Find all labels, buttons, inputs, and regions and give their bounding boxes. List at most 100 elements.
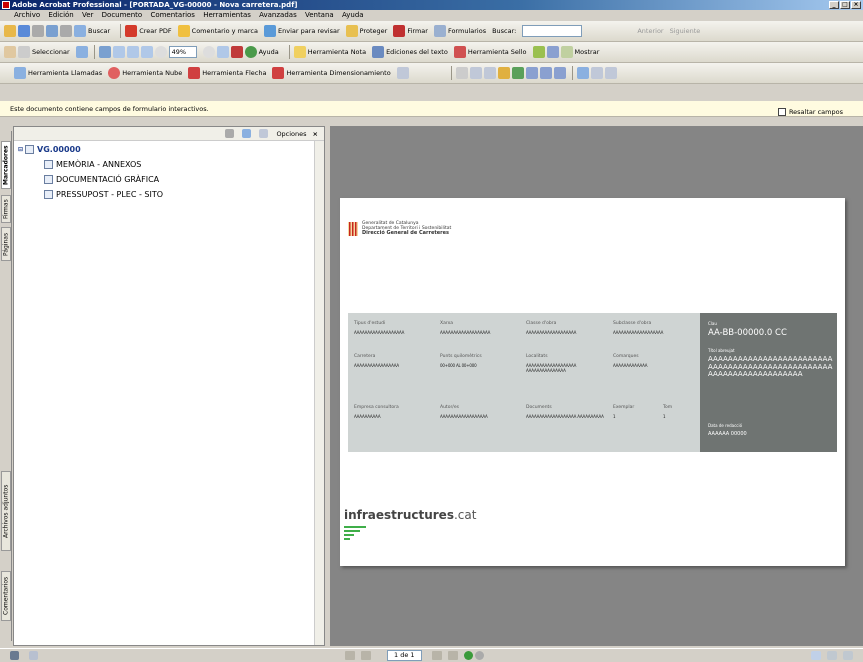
- edit-icon[interactable]: [60, 25, 72, 37]
- text-select-icon[interactable]: [576, 67, 589, 79]
- menu-ayuda[interactable]: Ayuda: [342, 11, 364, 19]
- select-object-icon[interactable]: [455, 67, 468, 79]
- forms-button[interactable]: Formularios: [433, 25, 486, 37]
- link-icon[interactable]: [483, 67, 496, 79]
- expand-bookmark-icon[interactable]: [259, 129, 269, 138]
- tab-bookmarks[interactable]: Marcadores: [1, 141, 11, 189]
- grid-value: AAAAAAAAAAAAAAAAAAA AAAAAAAAAA: [526, 414, 604, 419]
- menu-avanzadas[interactable]: Avanzadas: [259, 11, 297, 19]
- find-previous-button[interactable]: Anterior: [637, 27, 663, 35]
- new-bookmark-icon[interactable]: [242, 129, 252, 138]
- menu-comentarios[interactable]: Comentarios: [150, 11, 195, 19]
- callout-tool-button[interactable]: Herramienta Llamadas: [14, 67, 102, 79]
- fit-width-icon[interactable]: [140, 46, 153, 58]
- menu-ventana[interactable]: Ventana: [305, 11, 334, 19]
- tab-comments[interactable]: Comentarios: [1, 571, 11, 621]
- sound-icon[interactable]: [539, 67, 552, 79]
- grid-value: 00+000 AL 00+000: [440, 363, 477, 368]
- cloud-icon: [108, 67, 121, 79]
- menu-archivo[interactable]: Archivo: [14, 11, 40, 19]
- page-indicator[interactable]: 1 de 1: [387, 650, 422, 661]
- panel-toggle-icon[interactable]: [10, 651, 19, 660]
- email-icon[interactable]: [46, 25, 58, 37]
- first-page-button[interactable]: [345, 651, 355, 660]
- dimension-tool-button[interactable]: Herramienta Dimensionamiento: [272, 67, 391, 79]
- create-pdf-button[interactable]: Crear PDF: [125, 25, 172, 37]
- article-icon[interactable]: [511, 67, 524, 79]
- go-back-icon[interactable]: [463, 651, 473, 660]
- minimize-button[interactable]: _: [829, 1, 839, 9]
- hand-icon[interactable]: [4, 46, 16, 58]
- bookmarks-scrollbar[interactable]: [314, 141, 324, 645]
- movie-icon[interactable]: [525, 67, 538, 79]
- arrow-tool-button[interactable]: Herramienta Flecha: [188, 67, 266, 79]
- cloud-tool-button[interactable]: Herramienta Nube: [108, 67, 182, 79]
- print-icon[interactable]: [32, 25, 44, 37]
- sign-button[interactable]: Firmar: [393, 25, 428, 37]
- highlight-icon[interactable]: [532, 46, 545, 58]
- last-page-button[interactable]: [447, 651, 458, 660]
- delete-bookmark-icon[interactable]: [225, 129, 235, 138]
- single-page-icon[interactable]: [811, 651, 821, 660]
- tab-signatures[interactable]: Firmas: [1, 195, 11, 223]
- save-icon[interactable]: [18, 25, 30, 37]
- menu-herramientas[interactable]: Herramientas: [203, 11, 251, 19]
- text-edits-button[interactable]: Ediciones del texto: [372, 46, 448, 58]
- text-box-icon[interactable]: [396, 67, 409, 79]
- search-button[interactable]: Buscar: [74, 25, 110, 37]
- collapse-icon[interactable]: ⊟: [18, 146, 23, 153]
- bookmark-item[interactable]: PRESSUPOST - PLEC - SITO: [44, 190, 163, 199]
- menu-edicion[interactable]: Edición: [48, 11, 73, 19]
- tab-pages[interactable]: Páginas: [1, 227, 11, 261]
- bookmark-item[interactable]: DOCUMENTACIÓ GRÀFICA: [44, 175, 159, 184]
- bookmark-item[interactable]: MEMÒRIA - ANNEXOS: [44, 160, 141, 169]
- graphic-select-icon[interactable]: [604, 67, 617, 79]
- attach-icon[interactable]: [546, 46, 559, 58]
- pdf-page: Generalitat de Catalunya Departament de …: [340, 198, 845, 566]
- data-value: AAAAAA 00000: [708, 431, 747, 437]
- highlight-fields-toggle[interactable]: Resaltar campos: [777, 104, 843, 120]
- snapshot-icon[interactable]: [75, 46, 88, 58]
- zoom-level-input[interactable]: 49%: [168, 46, 197, 58]
- fit-page-icon[interactable]: [126, 46, 139, 58]
- note-tool-button[interactable]: Herramienta Nota: [293, 46, 366, 58]
- comment-markup-button[interactable]: Comentario y marca: [177, 25, 258, 37]
- options-menu-button[interactable]: Opciones: [276, 130, 306, 138]
- touchup-icon[interactable]: [469, 67, 482, 79]
- go-forward-icon[interactable]: [474, 651, 484, 660]
- send-review-button[interactable]: Enviar para revisar: [264, 25, 340, 37]
- stamp-tool-button[interactable]: Herramienta Sello: [453, 46, 527, 58]
- zoom-out-icon[interactable]: [154, 46, 167, 58]
- protect-button[interactable]: Proteger: [345, 25, 387, 37]
- find-next-button[interactable]: Siguiente: [670, 27, 701, 35]
- show-button[interactable]: Mostrar: [560, 46, 599, 58]
- page-icon[interactable]: [553, 67, 566, 79]
- table-select-icon[interactable]: [590, 67, 603, 79]
- clau-value: AA-BB-00000.0 CC: [708, 328, 787, 338]
- open-icon[interactable]: [4, 25, 16, 37]
- maximize-button[interactable]: □: [840, 1, 850, 9]
- zoom-tool-icon[interactable]: [98, 46, 111, 58]
- next-page-button[interactable]: [431, 651, 442, 660]
- bookmark-root[interactable]: ⊟ VG.00000: [18, 145, 81, 154]
- zoom-in-icon[interactable]: [202, 46, 215, 58]
- menu-ver[interactable]: Ver: [82, 11, 93, 19]
- ynw-icon[interactable]: [230, 46, 243, 58]
- close-panel-button[interactable]: ×: [313, 130, 318, 138]
- actual-size-icon[interactable]: [112, 46, 125, 58]
- help-button[interactable]: Ayuda: [244, 46, 279, 58]
- continuous-icon[interactable]: [827, 651, 837, 660]
- tab-attachments[interactable]: Archivos adjuntos: [1, 471, 11, 551]
- menu-documento[interactable]: Documento: [102, 11, 143, 19]
- bookmark-page-icon: [25, 145, 35, 154]
- page-thumb-icon[interactable]: [29, 651, 38, 660]
- select-tool-button[interactable]: Seleccionar: [18, 46, 70, 58]
- rotate-icon[interactable]: [216, 46, 229, 58]
- highlight-fields-checkbox[interactable]: [777, 108, 786, 116]
- find-input[interactable]: [522, 25, 583, 37]
- crop-icon[interactable]: [497, 67, 510, 79]
- clau-label: Clau: [708, 321, 717, 326]
- facing-icon[interactable]: [843, 651, 853, 660]
- close-button[interactable]: ×: [851, 1, 861, 9]
- previous-page-button[interactable]: [361, 651, 371, 660]
